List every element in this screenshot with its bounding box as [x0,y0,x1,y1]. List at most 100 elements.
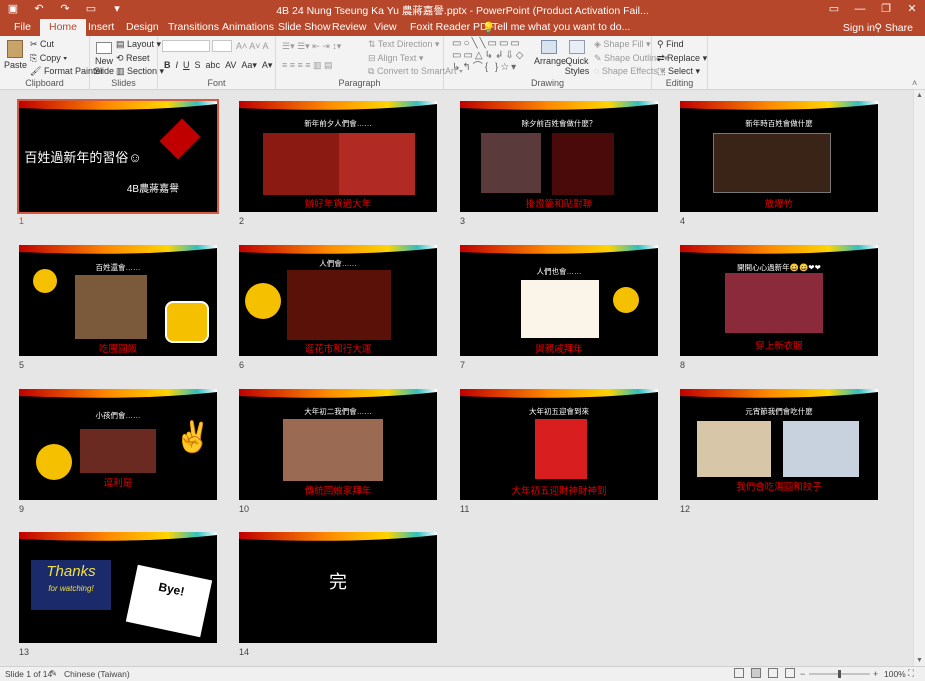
banner-swoosh [19,532,217,541]
red-lanterns-image [552,133,614,195]
font-name-box[interactable] [162,40,210,52]
heart-eyes-emoji [165,301,209,343]
banner-swoosh [19,245,217,254]
slide-caption: 與親戚拜年 [535,344,583,355]
list-indent-buttons[interactable]: ☰▾ ☰▾ ⇤ ⇥ ↕▾ [282,41,341,52]
tab-review[interactable]: Review [332,21,366,33]
scroll-up-icon[interactable]: ▲ [916,92,923,99]
language-indicator[interactable]: Chinese (Taiwan) [64,669,130,679]
layout-label: Layout [127,39,155,49]
slide-number: 10 [239,504,250,514]
paste-button[interactable]: Paste [4,40,28,70]
spelling-check-icon[interactable]: ✎ [50,668,57,679]
reading-view-icon[interactable] [768,668,778,678]
share-icon: ⚲ [874,22,885,34]
slide-thumbnail-10[interactable]: 大年初二我們會…… 傳統回娘家拜年 [239,389,437,500]
slideshow-view-icon[interactable] [785,668,795,678]
slide-thumbnail-14[interactable]: 完 [239,532,437,643]
arrange-button[interactable]: Arrange [534,40,566,66]
align-text-button[interactable]: ⊟ Align Text ▾ [368,53,423,64]
tab-transitions[interactable]: Transitions [168,21,219,33]
text-direction-button[interactable]: ⇅ Text Direction ▾ [368,39,439,50]
reset-button[interactable]: ⟲ Reset [116,53,150,64]
slide-thumbnail-2[interactable]: 新年前夕人們會…… 辦好年貨過大年 [239,101,437,212]
collapse-ribbon-icon[interactable]: ˄ [912,78,917,88]
replace-button[interactable]: ⇄ Replace ▾ [657,53,707,64]
tab-slide-show[interactable]: Slide Show [278,21,331,33]
smartart-icon: ⧉ [368,66,377,76]
share-button[interactable]: ⚲ Share [874,22,913,34]
slide-caption: 吃團圓飯 [98,344,137,355]
tab-file[interactable]: File [14,21,31,33]
tell-me-box[interactable]: Tell me what you want to do... [492,21,630,33]
quick-styles-button[interactable]: Quick Styles [564,40,590,76]
select-button[interactable]: ⬚ Select ▾ [657,66,700,77]
zoom-slider[interactable]: − + [800,669,880,679]
reset-icon: ⟲ [116,53,127,63]
paste-label: Paste [4,60,28,70]
shape-fill-button[interactable]: ◈ Shape Fill ▾ [594,39,650,50]
section-button[interactable]: ▥ Section ▾ [116,66,164,77]
new-slide-button[interactable]: New Slide [92,42,116,76]
copy-button[interactable]: ⎘ Copy ▾ [30,53,67,64]
ribbon-display-options-icon[interactable]: ▭ [821,0,847,18]
dumplings-image [783,421,859,477]
scroll-down-icon[interactable]: ▼ [916,657,923,664]
slide-thumbnail-9[interactable]: 小孩們會…… ✌ 逗利是 [19,389,217,500]
align-text-label: Align Text [377,53,417,63]
tab-animations[interactable]: Animations [222,21,274,33]
slide-number: 6 [239,360,245,370]
slide-title: 人們會…… [319,259,357,268]
slide-thumbnail-3[interactable]: 除夕前百姓會做什麼？ 掛燈籠和貼對聯 [460,101,658,212]
layout-button[interactable]: ▤ Layout ▾ [116,39,161,50]
drawing-group: ▭○╲╲▭▭▭ ▭▭△↳↲⇩◇ ↳↰⌒{ }☆▾ Arrange Quick Sty… [444,36,668,90]
slide-title: 新年前夕人們會…… [304,119,372,128]
slide-caption: 逛花市和行大運 [304,344,372,355]
slide-thumbnail-5[interactable]: 百姓還會…… 吃團圓飯 [19,245,217,356]
slide-caption: 大年初五迎財神財神到 [511,486,607,497]
grow-shrink-font-icons[interactable]: A˄ A˅ A [236,41,269,51]
cut-button[interactable]: ✂ Cut [30,39,54,50]
vertical-scrollbar[interactable]: ▲ ▼ [913,90,925,666]
slide-thumbnail-6[interactable]: 人們會…… 逛花市和行大運 [239,245,437,356]
minimize-button[interactable]: — [847,0,873,18]
font-format-buttons[interactable]: B I U S abc AV Aa▾ A▾ [164,60,272,71]
new-year-snacks-image [263,133,339,195]
tab-home[interactable]: Home [40,19,87,36]
fit-slide-icon[interactable]: ⛶ [908,668,914,679]
close-button[interactable]: ✕ [899,0,925,18]
find-label: Find [666,39,684,49]
slide-sorter-view-icon[interactable] [751,668,761,678]
maximize-button[interactable]: ❐ [873,0,899,18]
slide-thumbnail-7[interactable]: 人們也會…… 與親戚拜年 [460,245,658,356]
slide-thumbnail-11[interactable]: 大年初五迎會到來 大年初五迎財神財神到 [460,389,658,500]
tab-view[interactable]: View [374,21,397,33]
tangyuan-image [697,421,771,477]
slide-thumbnail-13[interactable]: Thanks for watching! Bye! [19,532,217,643]
paste-icon [7,40,23,58]
slide-thumbnail-4[interactable]: 新年時百姓會做什麼 放爆竹 [680,101,878,212]
slide-thumbnail-1[interactable]: 百姓過新年的習俗☺ 4B農蔣嘉譽 [17,99,219,214]
slide-thumbnail-12[interactable]: 元宵節我們會吃什麼 我們會吃湯圓和餃子 [680,389,878,500]
arrange-icon [541,40,557,54]
zoom-level[interactable]: 100% [884,669,906,679]
reset-label: Reset [126,53,150,63]
sign-in-link[interactable]: Sign in [843,22,875,34]
slide-title: 人們也會…… [536,267,582,276]
shapes-gallery[interactable]: ▭○╲╲▭▭▭ ▭▭△↳↲⇩◇ ↳↰⌒{ }☆▾ [452,38,525,74]
find-button[interactable]: ⚲ Find [657,39,684,50]
slide-thumbnail-8[interactable]: 開開心心過新年😀😀❤❤ 穿上新衣服 [680,245,878,356]
cut-label: Cut [40,39,55,49]
paragraph-group: ☰▾ ☰▾ ⇤ ⇥ ↕▾ ≡ ≡ ≡ ≡ ▥ ▤ ⇅ Text Directio… [276,36,463,90]
tab-design[interactable]: Design [126,21,159,33]
font-size-box[interactable] [212,40,232,52]
tab-insert[interactable]: Insert [88,21,114,33]
normal-view-icon[interactable] [734,668,744,678]
paragraph-group-label: Paragraph [338,78,381,88]
select-label: Select [668,66,694,76]
drawing-group-label: Drawing [530,78,564,88]
alignment-buttons[interactable]: ≡ ≡ ≡ ≡ ▥ ▤ [282,60,333,71]
new-slide-icon [96,42,112,54]
copy-label: Copy [39,53,61,63]
banner-swoosh [239,101,437,110]
